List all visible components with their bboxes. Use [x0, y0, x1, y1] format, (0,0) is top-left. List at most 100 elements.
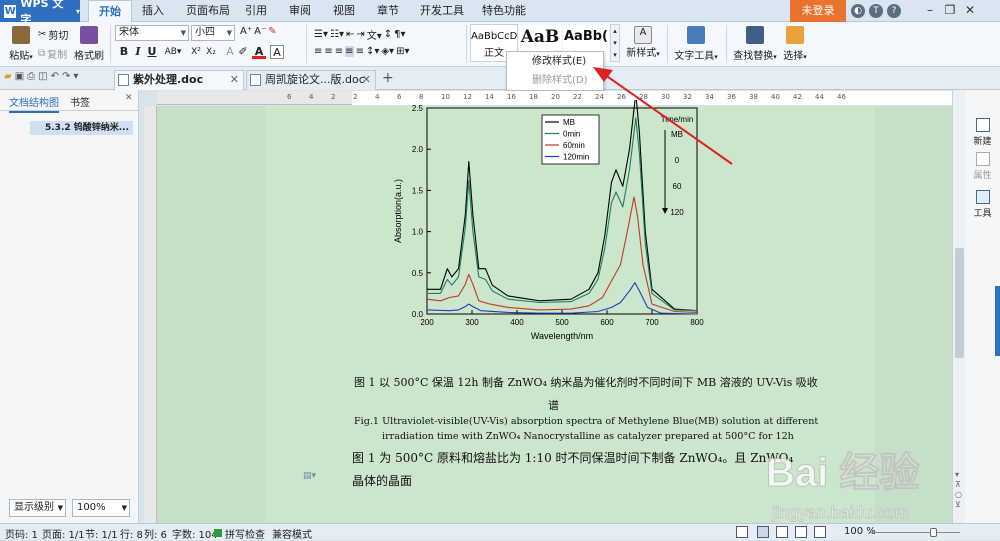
app-menu-button[interactable]: W WPS 文字 ▾ — [0, 0, 80, 26]
ruler-tick: 2 — [353, 93, 358, 101]
zoom-slider[interactable] — [870, 532, 960, 533]
font-color-button[interactable]: A — [252, 45, 266, 59]
wps-logo-icon: W — [4, 4, 17, 18]
doc-tab-active[interactable]: 紫外处理.doc ✕ — [114, 70, 244, 90]
font-name-select[interactable]: 宋体 ▼ — [115, 25, 189, 41]
x-tick-label: 700 — [645, 318, 659, 327]
tab-chapter[interactable]: 章节 — [370, 0, 406, 22]
italic-button[interactable]: I — [131, 45, 145, 59]
highlight-icon[interactable]: ✐ — [236, 45, 250, 59]
underline-button[interactable]: U — [145, 45, 159, 59]
sort-icon: ↕ — [383, 29, 393, 40]
preview-icon: ◫ — [38, 71, 51, 82]
borders-icon: ⊞▾ — [396, 46, 410, 57]
tools-button[interactable]: 工具 — [967, 190, 998, 219]
minimize-icon[interactable]: – — [922, 2, 938, 18]
tab-references[interactable]: 引用 — [238, 0, 274, 22]
align-buttons[interactable]: ≡ ≡ ≡ ≡ ≡ ↕▾ ◈▾ ⊞▾ — [314, 46, 409, 57]
x-tick-label: 200 — [420, 318, 434, 327]
tab-features[interactable]: 特色功能 — [474, 0, 534, 22]
body-paragraph: 图 1 为 500°C 原料和熔盐比为 1:10 时不同保温时间下制备 ZnWO… — [352, 451, 794, 465]
tab-page-layout[interactable]: 页面布局 — [178, 0, 238, 22]
divider — [667, 25, 668, 63]
tab-review[interactable]: 审阅 — [282, 0, 318, 22]
subscript-button[interactable]: X₂ — [204, 45, 218, 59]
ruler-tick: 42 — [793, 93, 802, 101]
page-count: 页面: 1/1 — [42, 530, 85, 541]
annotation-arrow — [593, 67, 733, 165]
login-button[interactable]: 未登录 — [790, 0, 846, 22]
x-tick-label: 300 — [465, 318, 479, 327]
select-button[interactable]: 选择▾ — [780, 26, 810, 62]
close-icon[interactable]: ✕ — [962, 2, 978, 18]
shirt-icon[interactable]: T — [869, 4, 883, 18]
zoom-select[interactable]: 100% ▼ — [72, 499, 130, 517]
paste-button[interactable]: 粘贴▾ — [6, 26, 36, 62]
tab-home[interactable]: 开始 — [88, 0, 132, 22]
bullet-list-icon: ☰▾ — [314, 29, 328, 40]
figure-caption-en: Fig.1 Ultraviolet-visible(UV-Vis) absorp… — [354, 416, 819, 427]
ruler-tick: 2 — [331, 93, 336, 101]
cut-button[interactable]: ✂ 剪切 — [38, 27, 68, 42]
restore-icon[interactable]: ❐ — [942, 2, 958, 18]
read-view-icon[interactable] — [776, 526, 788, 538]
chevron-down-icon: ▾ — [75, 6, 80, 16]
zoom-slider-thumb[interactable] — [930, 528, 937, 537]
char-border-button[interactable]: A — [270, 45, 284, 59]
close-icon[interactable]: ✕ — [362, 71, 371, 89]
font-size-select[interactable]: 小四 ▼ — [191, 25, 235, 41]
x-axis-label: Wavelength/nm — [531, 331, 593, 341]
skin-icon[interactable]: ◐ — [851, 4, 865, 18]
new-button[interactable]: 新建 — [967, 118, 998, 147]
word-count[interactable]: 字数: 104 — [172, 526, 218, 541]
text-effects-button[interactable]: A — [223, 45, 237, 59]
format-painter-label: 格式刷 — [74, 51, 104, 62]
paste-options-icon[interactable]: ▤▾ — [303, 471, 321, 483]
new-style-button[interactable]: A 新样式▾ — [624, 26, 662, 59]
outdent-icon: ⇤ — [345, 29, 355, 40]
page-view-icon[interactable] — [757, 526, 769, 538]
binoculars-icon — [746, 26, 764, 44]
compat-mode: 兼容模式 — [272, 530, 312, 541]
numbered-list-icon: ☷▾ — [329, 29, 344, 40]
display-level-select[interactable]: 显示级别 ▼ — [9, 499, 66, 517]
properties-button[interactable]: 属性 — [967, 152, 998, 181]
sidebar-handle[interactable] — [995, 286, 1000, 356]
doc-tab[interactable]: 周凯旋论文...版.doc ✕ — [246, 70, 376, 90]
focus-mode-icon[interactable] — [736, 526, 748, 538]
zoom-select-value: 100% — [77, 502, 106, 513]
save-icon: ▣ — [14, 71, 28, 82]
find-replace-button[interactable]: 查找替换▾ — [731, 26, 779, 62]
vertical-ruler[interactable] — [144, 106, 157, 523]
bold-button[interactable]: B — [117, 45, 131, 59]
chevron-down-icon: ▼ — [180, 29, 186, 37]
quick-access-toolbar[interactable]: ▰▣⎙◫↶↷▾ — [4, 71, 81, 82]
tab-insert[interactable]: 插入 — [134, 0, 172, 22]
scrollbar-thumb[interactable] — [955, 248, 964, 358]
tab-developer[interactable]: 开发工具 — [414, 0, 470, 22]
outline-view-icon[interactable] — [814, 526, 826, 538]
styles-scroll[interactable]: ▴ ▾ ▾ — [610, 24, 620, 62]
print-icon: ⎙ — [27, 71, 39, 82]
new-tab-button[interactable]: + — [382, 70, 394, 86]
close-icon[interactable]: ✕ — [125, 93, 133, 103]
spell-check-status[interactable]: 拼写检查 — [225, 526, 265, 541]
close-icon[interactable]: ✕ — [230, 71, 239, 89]
copy-button[interactable]: ⧉ 复制 — [38, 46, 67, 61]
list-buttons[interactable]: ☰▾ ☷▾ ⇤ ⇥ 文▾ ↕ ¶▾ — [314, 27, 406, 42]
tab-bookmarks[interactable]: 书签 — [70, 94, 90, 109]
web-view-icon[interactable] — [795, 526, 807, 538]
format-painter-button[interactable]: 格式刷 — [74, 26, 104, 62]
divider — [306, 25, 307, 63]
ruler-tick: 44 — [815, 93, 824, 101]
superscript-button[interactable]: X² — [189, 45, 203, 59]
grow-shrink-font[interactable]: A⁺ A⁻ ✎ — [240, 26, 277, 37]
help-icon[interactable]: ? — [887, 4, 901, 18]
page-number[interactable]: 页码: 1 — [5, 526, 38, 541]
strikethrough-button[interactable]: AB▾ — [162, 45, 184, 59]
nav-tree-item[interactable]: 5.3.2 钨酸锌纳米... — [30, 121, 133, 135]
shading-icon: ◈▾ — [381, 46, 395, 57]
tab-view[interactable]: 视图 — [326, 0, 362, 22]
text-tools-button[interactable]: 文字工具▾ — [673, 26, 719, 62]
font-size-value: 小四 — [195, 27, 215, 38]
